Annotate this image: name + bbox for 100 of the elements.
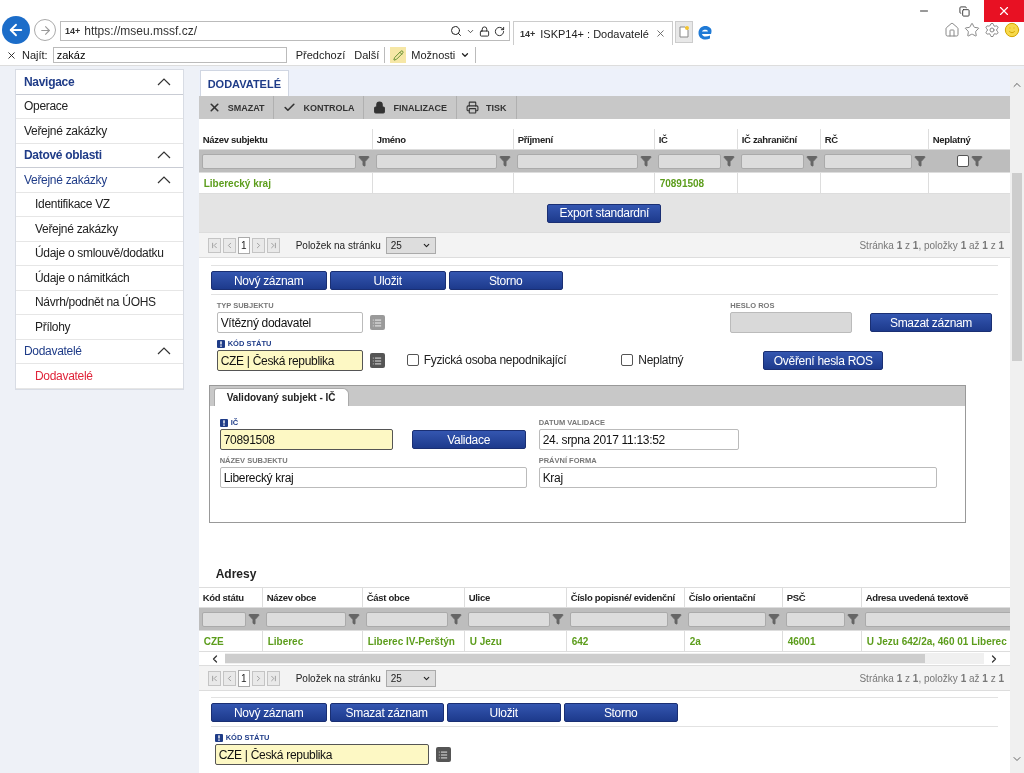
sidebar-section-header[interactable]: Veřejné zakázky	[16, 168, 183, 193]
toolbar-button[interactable]: FINALIZACE	[364, 96, 457, 119]
form-button[interactable]: Nový záznam	[210, 271, 327, 290]
form-button[interactable]: Uložit	[446, 703, 561, 722]
back-button[interactable]	[2, 16, 30, 44]
filter-checkbox[interactable]	[956, 155, 969, 167]
page-size-select[interactable]: 25	[385, 236, 436, 254]
filter-field[interactable]	[265, 611, 346, 627]
text-field[interactable]: CZE | Česká republika	[216, 350, 363, 371]
next-page-button[interactable]	[251, 237, 265, 253]
scrollbar-thumb[interactable]	[224, 654, 925, 663]
checkbox[interactable]	[621, 354, 634, 366]
sidebar-item[interactable]: Dodavatelé	[16, 364, 183, 389]
settings-icon[interactable]	[984, 22, 1000, 38]
toolbar-button[interactable]: TISK	[457, 96, 517, 119]
chevron-up-icon	[156, 151, 171, 160]
star-icon[interactable]	[964, 22, 980, 38]
next-page-button[interactable]	[251, 670, 265, 686]
sidebar-section-header[interactable]: Dodavatelé	[16, 339, 183, 364]
first-page-button[interactable]	[207, 237, 221, 253]
filter-field[interactable]	[823, 153, 912, 169]
table-cell: Liberecký kraj	[198, 173, 373, 193]
new-tab-button[interactable]	[675, 21, 693, 43]
checkbox[interactable]	[406, 354, 419, 366]
page-number[interactable]: 1	[237, 669, 250, 687]
filter-field[interactable]	[467, 611, 550, 627]
sidebar-item[interactable]: Návrh/podnět na ÚOHS	[16, 290, 183, 315]
filter-field[interactable]	[201, 153, 356, 169]
last-page-button[interactable]	[266, 670, 280, 686]
site-favicon: 14+	[65, 26, 81, 36]
filter-field[interactable]	[365, 611, 448, 627]
filter-field[interactable]	[375, 153, 497, 169]
last-page-button[interactable]	[266, 237, 280, 253]
options-button[interactable]: Možnosti	[390, 47, 471, 63]
find-field[interactable]: zakáz	[52, 47, 287, 63]
sidebar-item[interactable]: Údaje o smlouvě/dodatku	[16, 241, 183, 266]
sidebar-item[interactable]: Operace	[16, 94, 183, 119]
filter-icon	[846, 613, 859, 625]
text-field[interactable]: Vítězný dodavatel	[216, 312, 363, 333]
form-button[interactable]: Nový záznam	[210, 703, 327, 722]
export-button[interactable]: Export standardní	[547, 203, 662, 223]
scrollbar[interactable]	[224, 653, 984, 664]
sidebar-item[interactable]: Přílohy	[16, 315, 183, 340]
refresh-icon	[494, 25, 505, 37]
filter-field[interactable]	[657, 153, 721, 169]
form-button[interactable]: Smazat záznam	[329, 703, 444, 722]
scrollbar[interactable]	[1010, 69, 1024, 773]
sidebar-section-header[interactable]: Navigace	[16, 70, 183, 95]
text-field[interactable]: CZE | Česká republika	[214, 744, 429, 765]
form-button[interactable]: Uložit	[329, 271, 446, 290]
list-button[interactable]	[369, 353, 385, 368]
verify-password-button[interactable]: Ověření hesla ROS	[763, 351, 884, 370]
home-icon[interactable]	[944, 22, 960, 38]
address-bar[interactable]: 14+ https://mseu.mssf.cz/	[60, 21, 510, 41]
form-button[interactable]: Storno	[448, 271, 563, 290]
panel-tab[interactable]: Validovaný subjekt - IČ	[213, 388, 349, 406]
filter-field[interactable]	[516, 153, 638, 169]
toolbar-button[interactable]: SMAZAT	[198, 96, 275, 119]
previous-page-button[interactable]	[222, 670, 236, 686]
page-number[interactable]: 1	[237, 236, 250, 254]
form-button[interactable]: Storno	[563, 703, 678, 722]
scrollbar-thumb[interactable]	[1012, 173, 1023, 361]
filter-field[interactable]	[785, 611, 845, 627]
printer-icon	[466, 101, 479, 114]
filter-field[interactable]	[201, 611, 246, 627]
close-window-button[interactable]	[984, 0, 1024, 22]
list-icon	[372, 355, 383, 366]
sidebar-item[interactable]: Veřejné zakázky	[16, 217, 183, 242]
list-button[interactable]	[435, 747, 451, 762]
sidebar-item[interactable]: Údaje o námitkách	[16, 266, 183, 291]
close-icon	[997, 4, 1011, 18]
sidebar-item[interactable]: Veřejné zakázky	[16, 119, 183, 144]
checkbox-label[interactable]: Fyzická osoba nepodnikající	[406, 353, 567, 367]
column-header: IČ	[654, 129, 738, 149]
delete-record-button[interactable]: Smazat záznam	[870, 313, 992, 332]
toolbar-button[interactable]: KONTROLA	[274, 96, 365, 119]
text-field[interactable]: Kraj	[538, 467, 937, 488]
browser-tab[interactable]: 14+ ISKP14+ : Dodavatelé	[513, 21, 673, 45]
next-link[interactable]: Další	[354, 49, 380, 61]
smiley-icon[interactable]	[1004, 22, 1020, 38]
first-page-button[interactable]	[207, 670, 221, 686]
text-field[interactable]: Liberecký kraj	[219, 467, 527, 488]
column-header: Kód státu	[198, 588, 263, 607]
page-tab[interactable]: DODAVATELÉ	[199, 70, 289, 96]
checkbox-label[interactable]: Neplatný	[621, 353, 684, 367]
previous-link[interactable]: Předchozí	[295, 49, 346, 61]
filter-field[interactable]	[740, 153, 804, 169]
filter-field[interactable]	[569, 611, 668, 627]
previous-page-button[interactable]	[222, 237, 236, 253]
validate-button[interactable]: Validace	[411, 430, 526, 449]
browser-logo-icon[interactable]	[696, 24, 714, 42]
sidebar-item[interactable]: Identifikace VZ	[16, 192, 183, 217]
page-size-select[interactable]: 25	[385, 669, 436, 687]
text-field[interactable]: 70891508	[219, 429, 393, 450]
close-icon[interactable]	[6, 49, 17, 61]
text-field[interactable]: 24. srpna 2017 11:13:52	[538, 429, 739, 450]
filter-field[interactable]	[687, 611, 766, 627]
sidebar-section-header[interactable]: Datové oblasti	[16, 143, 183, 168]
filter-field[interactable]	[864, 611, 1010, 627]
chevron-up-icon	[156, 77, 171, 86]
